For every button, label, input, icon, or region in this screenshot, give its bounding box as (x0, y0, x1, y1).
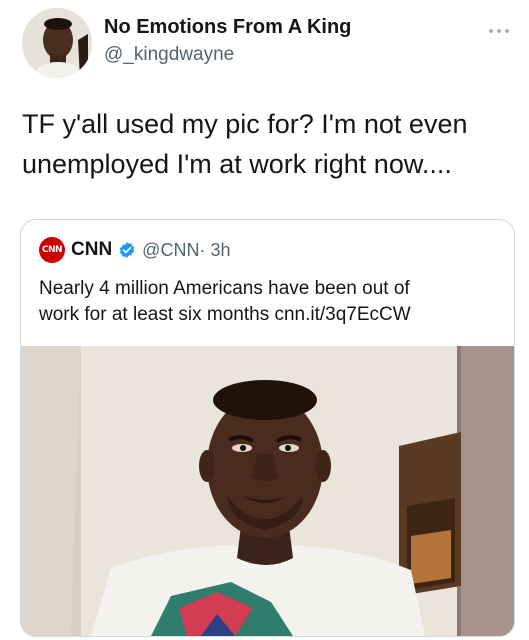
verified-badge-icon (120, 242, 135, 258)
author-handle[interactable]: @_kingdwayne (104, 44, 234, 66)
cnn-logo-icon: CNN (39, 237, 65, 263)
quoted-tweet-header: CNN CNN @CNN · 3h (39, 236, 230, 264)
quoted-tweet-time[interactable]: · 3h (199, 240, 230, 261)
quoted-tweet-text: Nearly 4 million Americans have been out… (39, 276, 499, 328)
tweet-text-line: TF y'all used my pic for? I'm not even (22, 109, 468, 139)
quoted-tweet-text-line: work for at least six months cnn.it/3q7E… (39, 304, 411, 325)
quoted-author-name[interactable]: CNN (71, 239, 112, 261)
more-options-icon[interactable] (489, 26, 515, 36)
quoted-tweet-card[interactable]: CNN CNN @CNN · 3h Nearly 4 million Ameri… (20, 219, 515, 637)
tweet-text: TF y'all used my pic for? I'm not even u… (22, 104, 512, 184)
more-dot (497, 29, 501, 33)
quoted-tweet-photo[interactable] (21, 346, 514, 636)
author-display-name[interactable]: No Emotions From A King (104, 16, 351, 39)
quoted-tweet-text-line: Nearly 4 million Americans have been out… (39, 278, 410, 299)
tweet: No Emotions From A King @_kingdwayne TF … (0, 0, 529, 640)
avatar[interactable] (22, 8, 92, 78)
more-dot (489, 29, 493, 33)
tweet-text-line: unemployed I'm at work right now.... (22, 149, 452, 179)
more-dot (505, 29, 509, 33)
quoted-author-handle[interactable]: @CNN (142, 240, 199, 261)
